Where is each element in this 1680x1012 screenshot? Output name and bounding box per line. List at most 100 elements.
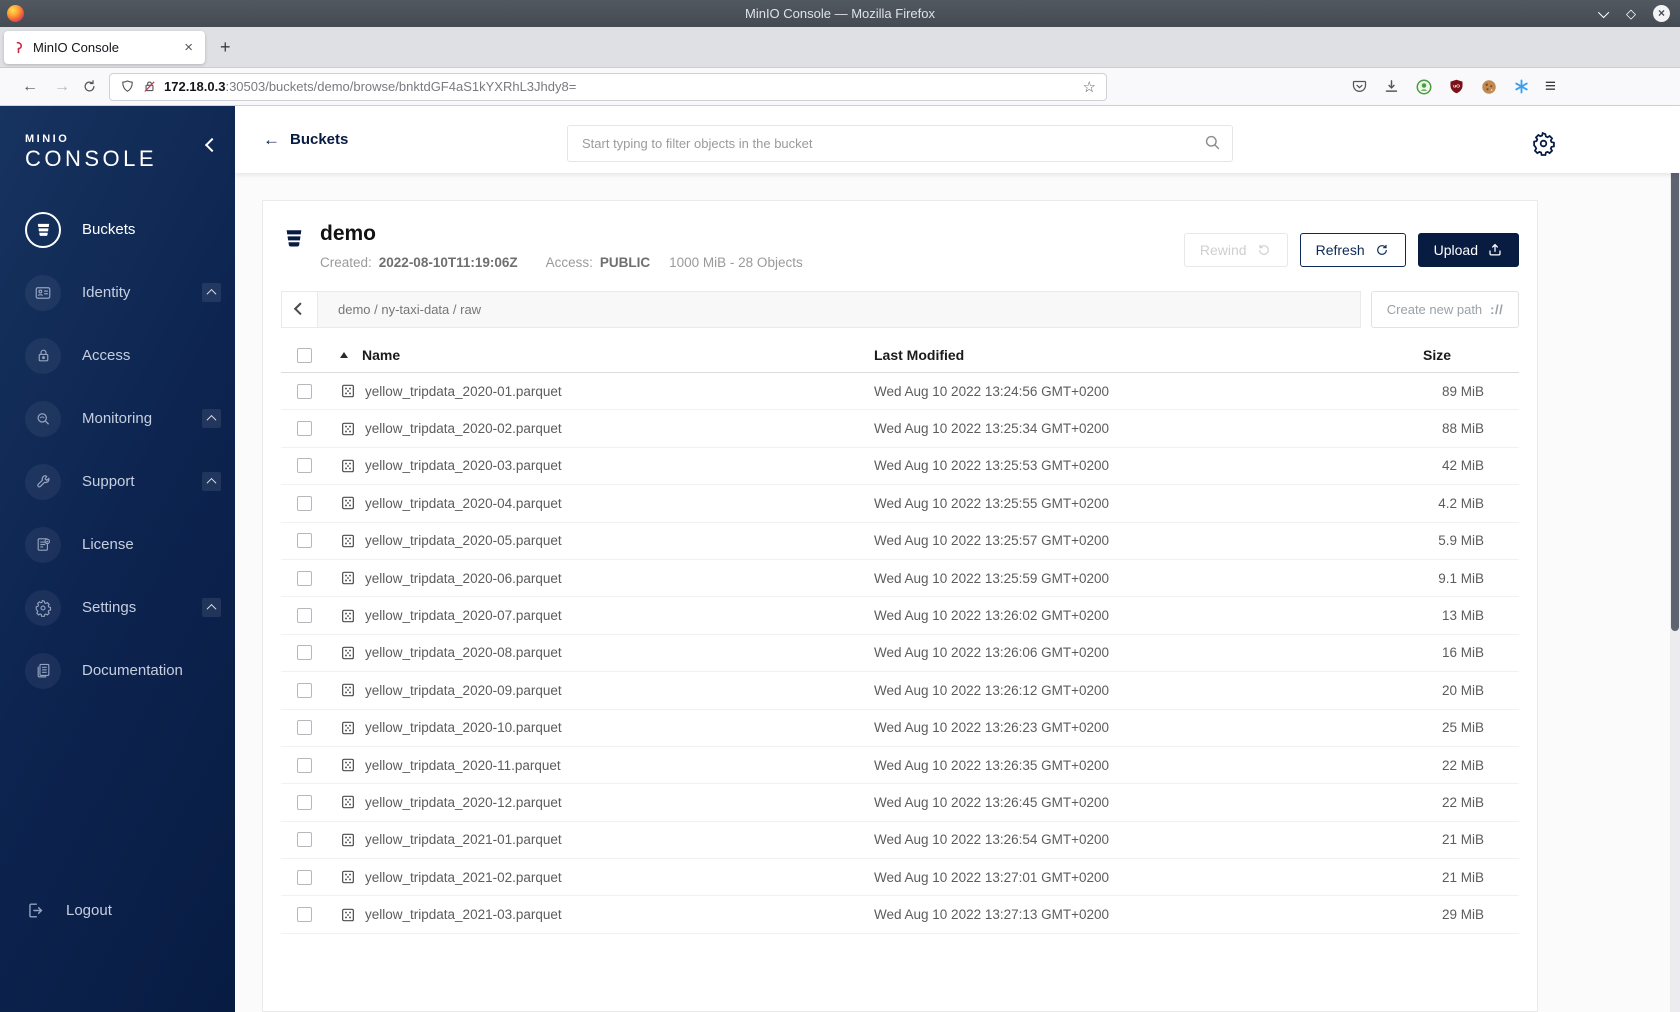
object-filter-input[interactable] [567, 125, 1233, 162]
object-name[interactable]: yellow_tripdata_2020-12.parquet [365, 795, 562, 810]
back-button[interactable]: ← [14, 78, 46, 96]
table-row[interactable]: yellow_tripdata_2021-03.parquet Wed Aug … [281, 896, 1519, 934]
url-text[interactable]: 172.18.0.3:30503/buckets/demo/browse/bnk… [164, 79, 576, 94]
object-last-modified: Wed Aug 10 2022 13:27:13 GMT+0200 [874, 907, 1110, 923]
browser-tab-minio-console[interactable]: MinIO Console × [4, 30, 205, 64]
forward-button[interactable]: → [46, 78, 78, 96]
sidebar-item-access[interactable]: Access [0, 324, 235, 387]
table-row[interactable]: yellow_tripdata_2020-02.parquet Wed Aug … [281, 410, 1519, 448]
object-name[interactable]: yellow_tripdata_2020-05.parquet [365, 533, 562, 548]
pocket-icon[interactable] [1351, 78, 1368, 95]
asterisk-extension-icon[interactable] [1513, 78, 1530, 95]
object-name[interactable]: yellow_tripdata_2021-03.parquet [365, 907, 562, 922]
chevron-up-icon[interactable] [202, 598, 221, 617]
rewind-button[interactable]: Rewind [1183, 233, 1288, 267]
downloads-icon[interactable] [1383, 78, 1400, 95]
row-checkbox[interactable] [297, 495, 312, 511]
cookie-extension-icon[interactable] [1480, 78, 1498, 96]
ublock-extension-icon[interactable]: uO [1448, 78, 1465, 95]
select-all-checkbox[interactable] [297, 347, 312, 363]
row-checkbox[interactable] [297, 383, 312, 399]
row-checkbox[interactable] [297, 533, 312, 549]
window-maximize-button[interactable]: ◇ [1626, 6, 1636, 22]
table-row[interactable]: yellow_tripdata_2020-03.parquet Wed Aug … [281, 448, 1519, 486]
reload-button[interactable] [82, 79, 97, 94]
tab-close-button[interactable]: × [180, 39, 197, 56]
sidebar-item-logout[interactable]: Logout [26, 901, 112, 920]
path-back-button[interactable] [282, 292, 318, 327]
object-name[interactable]: yellow_tripdata_2020-10.parquet [365, 720, 562, 735]
table-row[interactable]: yellow_tripdata_2021-01.parquet Wed Aug … [281, 822, 1519, 860]
sidebar-item-settings[interactable]: Settings [0, 576, 235, 639]
object-name[interactable]: yellow_tripdata_2020-07.parquet [365, 608, 562, 623]
table-row[interactable]: yellow_tripdata_2020-01.parquet Wed Aug … [281, 373, 1519, 411]
row-checkbox[interactable] [297, 720, 312, 736]
column-header-size[interactable]: Size [1414, 347, 1519, 363]
new-tab-button[interactable]: + [220, 37, 231, 58]
row-checkbox[interactable] [297, 832, 312, 848]
sidebar-item-monitoring[interactable]: Monitoring [0, 387, 235, 450]
table-row[interactable]: yellow_tripdata_2020-11.parquet Wed Aug … [281, 747, 1519, 785]
refresh-button[interactable]: Refresh [1299, 233, 1406, 267]
sidebar-item-support[interactable]: Support [0, 450, 235, 513]
row-checkbox[interactable] [297, 757, 312, 773]
table-row[interactable]: yellow_tripdata_2020-07.parquet Wed Aug … [281, 597, 1519, 635]
object-name[interactable]: yellow_tripdata_2020-02.parquet [365, 421, 562, 436]
window-close-button[interactable]: × [1653, 5, 1670, 22]
sidebar-item-license[interactable]: License [0, 513, 235, 576]
sidebar-item-identity[interactable]: Identity [0, 261, 235, 324]
table-row[interactable]: yellow_tripdata_2020-08.parquet Wed Aug … [281, 635, 1519, 673]
back-to-buckets-link[interactable]: ← Buckets [263, 130, 348, 150]
row-checkbox[interactable] [297, 645, 312, 661]
row-checkbox[interactable] [297, 869, 312, 885]
table-row[interactable]: yellow_tripdata_2020-10.parquet Wed Aug … [281, 710, 1519, 747]
insecure-lock-icon[interactable] [142, 79, 157, 94]
table-row[interactable]: yellow_tripdata_2020-04.parquet Wed Aug … [281, 485, 1519, 523]
page-scrollbar[interactable] [1670, 106, 1680, 1012]
chevron-up-icon[interactable] [202, 283, 221, 302]
parquet-file-icon [340, 458, 356, 474]
create-new-path-button[interactable]: Create new path :// [1371, 291, 1519, 328]
chevron-up-icon[interactable] [202, 472, 221, 491]
sidebar-item-buckets[interactable]: Buckets [0, 198, 235, 261]
object-name[interactable]: yellow_tripdata_2020-09.parquet [365, 683, 562, 698]
object-name[interactable]: yellow_tripdata_2021-02.parquet [365, 870, 562, 885]
table-row[interactable]: yellow_tripdata_2020-06.parquet Wed Aug … [281, 560, 1519, 598]
sort-ascending-icon[interactable] [340, 352, 348, 358]
chevron-up-icon[interactable] [202, 409, 221, 428]
table-row[interactable]: yellow_tripdata_2020-05.parquet Wed Aug … [281, 523, 1519, 560]
table-row[interactable]: yellow_tripdata_2020-09.parquet Wed Aug … [281, 672, 1519, 710]
bookmark-star-icon[interactable]: ☆ [1083, 78, 1096, 96]
hamburger-menu-icon[interactable]: ≡ [1545, 76, 1556, 98]
row-checkbox[interactable] [297, 421, 312, 437]
greasemonkey-extension-icon[interactable] [1415, 78, 1433, 96]
documentation-icon [25, 652, 61, 689]
object-name[interactable]: yellow_tripdata_2020-04.parquet [365, 496, 562, 511]
object-name[interactable]: yellow_tripdata_2020-08.parquet [365, 645, 562, 660]
row-checkbox[interactable] [297, 608, 312, 624]
access-icon [25, 337, 61, 374]
column-header-name[interactable]: Name [362, 347, 400, 363]
row-checkbox[interactable] [297, 458, 312, 474]
object-name[interactable]: yellow_tripdata_2020-06.parquet [365, 571, 562, 586]
row-checkbox[interactable] [297, 682, 312, 698]
scrollbar-thumb[interactable] [1671, 109, 1679, 631]
window-minimize-button[interactable] [1597, 6, 1610, 18]
breadcrumb-path[interactable]: demo / ny-taxi-data / raw [338, 302, 481, 317]
tracking-shield-icon[interactable] [120, 79, 135, 94]
table-row[interactable]: yellow_tripdata_2020-12.parquet Wed Aug … [281, 784, 1519, 822]
object-name[interactable]: yellow_tripdata_2020-01.parquet [365, 384, 562, 399]
row-checkbox[interactable] [297, 570, 312, 586]
object-name[interactable]: yellow_tripdata_2020-03.parquet [365, 458, 562, 473]
sidebar-item-documentation[interactable]: Documentation [0, 639, 235, 702]
sidebar-item-label: Buckets [82, 221, 136, 238]
row-checkbox[interactable] [297, 794, 312, 810]
object-name[interactable]: yellow_tripdata_2021-01.parquet [365, 832, 562, 847]
column-header-last-modified[interactable]: Last Modified [874, 347, 1414, 363]
url-bar[interactable]: 172.18.0.3:30503/buckets/demo/browse/bnk… [109, 72, 1107, 101]
object-name[interactable]: yellow_tripdata_2020-11.parquet [365, 758, 561, 773]
console-settings-gear-icon[interactable] [1531, 131, 1556, 156]
row-checkbox[interactable] [297, 907, 312, 923]
table-row[interactable]: yellow_tripdata_2021-02.parquet Wed Aug … [281, 859, 1519, 897]
upload-button[interactable]: Upload [1417, 233, 1519, 267]
